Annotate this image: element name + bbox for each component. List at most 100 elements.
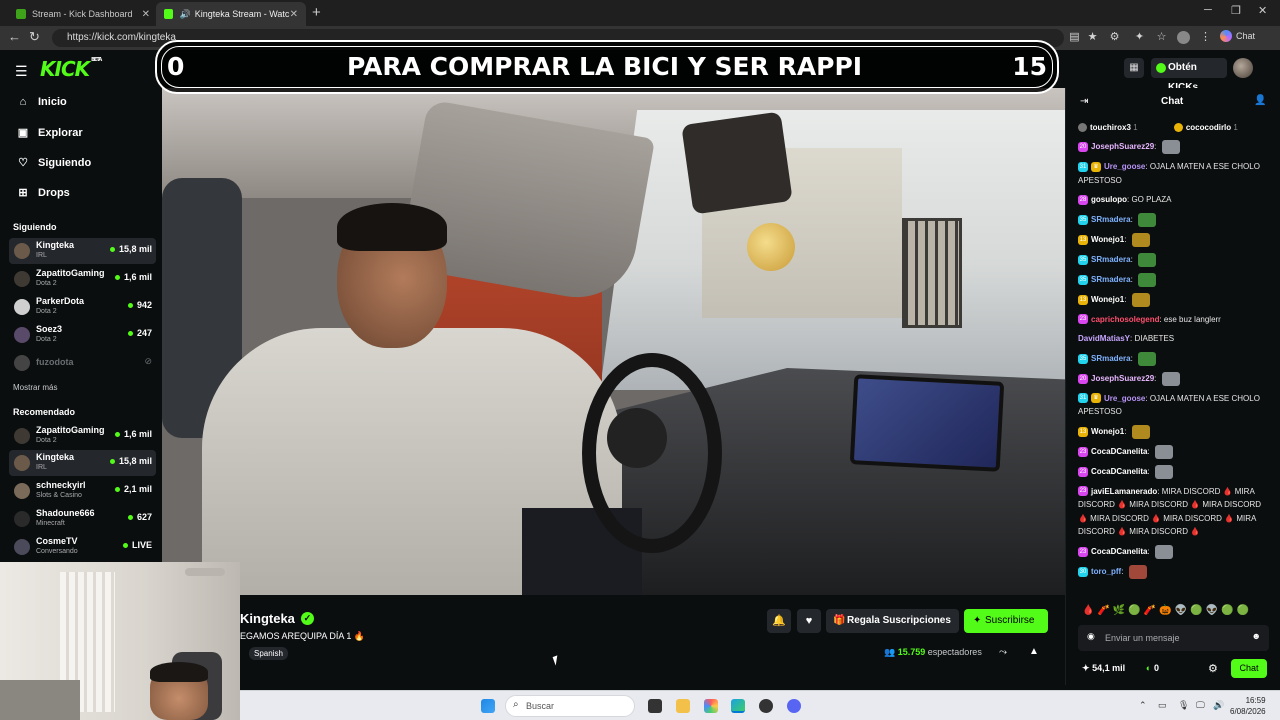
notification-bell-button[interactable]: 🔔 — [767, 609, 791, 633]
channel-soez3[interactable]: Soez3 Dota 2 247 — [9, 322, 156, 348]
follow-heart-button[interactable]: ♥ — [797, 609, 821, 633]
chat-emote-icon[interactable] — [1154, 544, 1173, 559]
new-tab-button[interactable]: + — [312, 4, 321, 21]
nav-inicio[interactable]: ⌂ Inicio — [16, 96, 67, 108]
report-icon[interactable]: ▲ — [1029, 646, 1039, 657]
maximize-icon[interactable]: ❐ — [1231, 4, 1241, 17]
star-icon[interactable]: ★ — [1086, 31, 1099, 44]
smiley-icon[interactable]: ☻ — [1252, 631, 1261, 641]
chat-emote-icon[interactable] — [1154, 464, 1173, 479]
system-clock[interactable]: 16:59 6/08/2026 — [1230, 695, 1266, 717]
menu-dots-icon[interactable]: ⋮ — [1199, 31, 1212, 44]
chat-emote-icon[interactable] — [1131, 232, 1150, 247]
chat-username[interactable]: Wonejo1 — [1091, 235, 1124, 244]
send-chat-button[interactable]: Chat — [1231, 659, 1267, 678]
show-more-link[interactable]: Mostrar más — [13, 383, 57, 392]
streamer-name[interactable]: Kingteka ✓ — [240, 611, 314, 626]
chat-username[interactable]: toro_pff — [1091, 567, 1121, 576]
channel-schneckyirl[interactable]: schneckyirl Slots & Casino 2,1 mil — [9, 478, 156, 504]
emote-quick-bar[interactable]: 🩸🧨🌿🟢🧨🎃👽🟢👽🟢🟢 — [1082, 605, 1272, 621]
hamburger-menu-icon[interactable]: ☰ — [15, 63, 28, 80]
edge-icon[interactable] — [731, 699, 745, 713]
chat-username[interactable]: Wonejo1 — [1091, 295, 1124, 304]
channel-shadoune666[interactable]: Shadoune666 Minecraft 627 — [9, 506, 156, 532]
microphone-icon[interactable]: 🎙 — [1178, 700, 1189, 711]
chat-username[interactable]: SRmadera — [1091, 275, 1131, 284]
emote-picker-icon[interactable]: ◉ — [1087, 631, 1095, 642]
chat-emote-icon[interactable] — [1138, 351, 1157, 366]
chat-username[interactable]: Ure_goose — [1104, 162, 1145, 171]
chat-username[interactable]: SRmadera — [1091, 215, 1131, 224]
chat-username[interactable]: CocaDCanelita — [1091, 467, 1147, 476]
windows-start-icon[interactable] — [481, 699, 495, 713]
video-player[interactable] — [162, 88, 1065, 595]
share-icon[interactable]: ⤳ — [999, 647, 1007, 658]
chat-input-box[interactable]: ◉ ☻ — [1078, 625, 1269, 651]
url-text[interactable]: https://kick.com/kingteka — [67, 32, 176, 43]
pinned-user[interactable]: cococodirlo 1 — [1173, 123, 1238, 133]
channel-kingteka[interactable]: Kingteka IRL 15,8 mil — [9, 450, 156, 476]
chat-emote-icon[interactable] — [1131, 424, 1150, 439]
tab-kick-dashboard[interactable]: Stream - Kick Dashboard ✕ — [8, 2, 158, 26]
kicks-balance[interactable]: ✦ 54,1 mil — [1082, 663, 1125, 674]
tray-expand-icon[interactable]: ⌃ — [1139, 700, 1147, 711]
close-window-icon[interactable]: ✕ — [1258, 4, 1267, 17]
chat-users-icon[interactable]: 👤 — [1254, 95, 1266, 106]
chat-username[interactable]: JosephSuarez29 — [1091, 142, 1154, 151]
chat-username[interactable]: caprichosolegend — [1091, 315, 1159, 324]
channel-cosmetv[interactable]: CosmeTV Conversando LIVE — [9, 534, 156, 560]
collapse-chat-icon[interactable]: ⇥ — [1080, 96, 1088, 107]
profile-icon[interactable] — [1177, 31, 1190, 44]
chat-input[interactable] — [1105, 631, 1245, 645]
chat-emote-icon[interactable] — [1131, 292, 1150, 307]
chat-username[interactable]: SRmadera — [1091, 255, 1131, 264]
network-icon[interactable]: 🖵 — [1196, 700, 1205, 711]
channel-fuzodota[interactable]: fuzodota ⊘ — [9, 350, 156, 376]
pinned-user[interactable]: touchirox3 1 — [1078, 123, 1138, 133]
chat-emote-icon[interactable] — [1161, 140, 1180, 154]
puzzle-icon[interactable]: ✦ — [1133, 31, 1146, 44]
chat-username[interactable]: SRmadera — [1091, 354, 1131, 363]
points-balance[interactable]: ◐ 0 — [1146, 663, 1159, 673]
get-kicks-button[interactable]: Obtén KICKs — [1151, 58, 1227, 93]
chat-username[interactable]: CocaDCanelita — [1091, 447, 1147, 456]
chat-username[interactable]: JosephSuarez29 — [1091, 374, 1154, 383]
nav-explorar[interactable]: ▣ Explorar — [16, 126, 83, 140]
chat-username[interactable]: javiELamanerado — [1091, 487, 1157, 496]
tab-kingteka-stream[interactable]: 🔊 Kingteka Stream - Watch Live ✕ — [156, 2, 306, 26]
app-tray-icon[interactable]: ▭ — [1158, 700, 1167, 711]
taskbar-search[interactable]: ⌕ Buscar — [505, 695, 635, 717]
volume-icon[interactable]: 🔊 — [1213, 700, 1224, 711]
chat-username[interactable]: Wonejo1 — [1091, 427, 1124, 436]
browser-chat-button[interactable]: Chat — [1220, 30, 1255, 42]
user-avatar[interactable] — [1233, 58, 1253, 78]
channel-zapatitogaming[interactable]: ZapatitoGaming Dota 2 1,6 mil — [9, 423, 156, 449]
channel-kingteka[interactable]: Kingteka IRL 15,8 mil — [9, 238, 156, 264]
close-icon[interactable]: ✕ — [142, 9, 150, 20]
speaker-icon[interactable]: 🔊 — [179, 9, 190, 20]
kick-logo[interactable]: KICK BETA — [40, 57, 102, 81]
nav-siguiendo[interactable]: ♡ Siguiendo — [16, 156, 91, 170]
obs-icon[interactable] — [759, 699, 773, 713]
channel-parkerdota[interactable]: ParkerDota Dota 2 942 — [9, 294, 156, 320]
chat-emote-icon[interactable] — [1138, 252, 1157, 267]
task-view-icon[interactable] — [648, 699, 662, 713]
bookmarks-icon[interactable]: ☆ — [1155, 31, 1168, 44]
minimize-icon[interactable]: ─ — [1204, 4, 1212, 16]
store-icon[interactable] — [704, 699, 718, 713]
chat-settings-icon[interactable]: ⚙ — [1208, 662, 1218, 675]
chat-emote-icon[interactable] — [1154, 444, 1173, 459]
layout-toggle-button[interactable]: ▦ — [1124, 58, 1144, 78]
chat-username[interactable]: gosulopo — [1091, 195, 1127, 204]
close-icon[interactable]: ✕ — [290, 9, 298, 20]
nav-drops[interactable]: ⊞ Drops — [16, 186, 69, 200]
chat-emote-icon[interactable] — [1138, 272, 1157, 287]
extension-icon[interactable]: ⚙ — [1108, 31, 1121, 44]
language-tag[interactable]: Spanish — [249, 647, 288, 660]
chat-username[interactable]: CocaDCanelita — [1091, 547, 1147, 556]
chat-username[interactable]: DavidMatiasY — [1078, 334, 1130, 343]
gift-subs-button[interactable]: 🎁 Regala Suscripciones — [826, 609, 959, 633]
file-explorer-icon[interactable] — [676, 699, 690, 713]
chat-emote-icon[interactable] — [1161, 371, 1180, 386]
discord-icon[interactable] — [787, 699, 801, 713]
